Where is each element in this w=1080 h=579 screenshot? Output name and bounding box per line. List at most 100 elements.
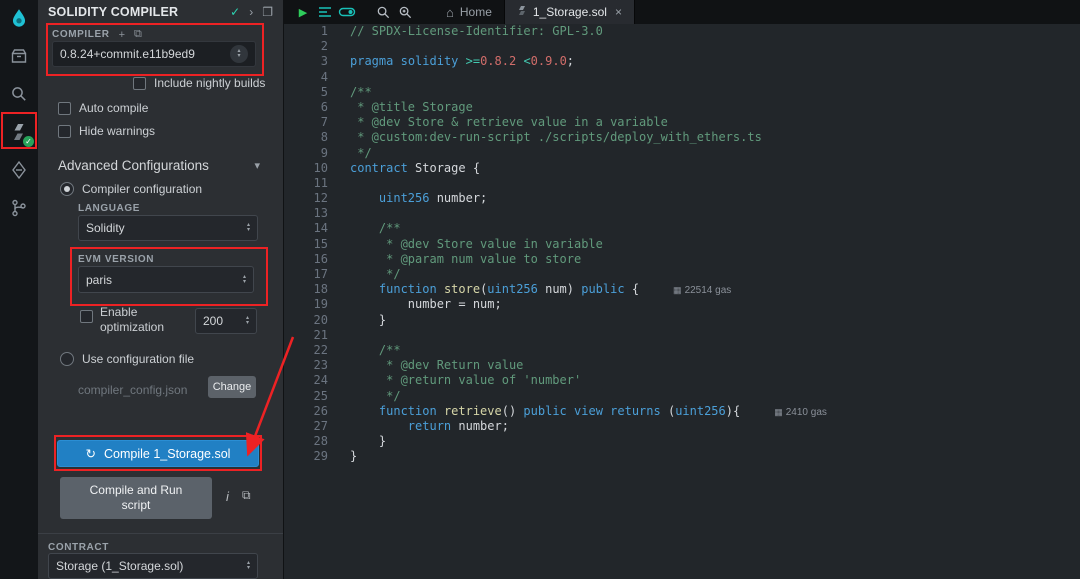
- gas-estimate-badge: ▦2410 gas: [774, 407, 827, 418]
- solidity-file-icon: [517, 6, 527, 18]
- info-icon[interactable]: i: [226, 489, 229, 504]
- auto-compile-checkbox[interactable]: [58, 102, 71, 115]
- advanced-configurations-title: Advanced Configurations: [58, 158, 209, 173]
- line-number: 13: [284, 206, 328, 221]
- code-line[interactable]: 28 }: [284, 434, 1080, 449]
- code-line[interactable]: 24 * @return value of 'number': [284, 373, 1080, 388]
- code-line[interactable]: 8 * @custom:dev-run-script ./scripts/dep…: [284, 130, 1080, 145]
- auto-compile-label[interactable]: Auto compile: [79, 101, 148, 115]
- stepper-carets-icon: ▴▾: [246, 316, 249, 326]
- code-editor[interactable]: 1 // SPDX-License-Identifier: GPL-3.023pr…: [284, 24, 1080, 579]
- evm-version-select[interactable]: paris ▴▾: [78, 266, 254, 293]
- line-number: 20: [284, 313, 328, 328]
- code-text: // SPDX-License-Identifier: GPL-3.0: [350, 24, 603, 39]
- code-line[interactable]: 7 * @dev Store & retrieve value in a var…: [284, 115, 1080, 130]
- add-compiler-icon[interactable]: +: [119, 29, 125, 41]
- code-line[interactable]: 5/**: [284, 85, 1080, 100]
- run-script-icon[interactable]: ▶: [292, 0, 314, 24]
- code-line[interactable]: 25 */: [284, 389, 1080, 404]
- optimization-runs-input[interactable]: 200 ▴▾: [195, 308, 257, 334]
- enable-optimization-label[interactable]: Enable optimization: [100, 305, 188, 335]
- code-line[interactable]: 20 }: [284, 313, 1080, 328]
- close-tab-icon[interactable]: ×: [615, 5, 622, 19]
- code-line[interactable]: 2: [284, 39, 1080, 54]
- code-text: return number;: [350, 419, 509, 434]
- line-number: 27: [284, 419, 328, 434]
- select-carets-icon: ▴▾: [247, 561, 250, 571]
- file-explorer-icon[interactable]: [7, 44, 31, 68]
- code-line[interactable]: 17 */: [284, 267, 1080, 282]
- chevron-right-icon[interactable]: ›: [249, 5, 253, 19]
- optimization-runs-value: 200: [203, 314, 223, 328]
- tab-storage-sol[interactable]: 1_Storage.sol ×: [505, 0, 635, 24]
- code-line[interactable]: 10contract Storage {: [284, 161, 1080, 176]
- code-line[interactable]: 29}: [284, 449, 1080, 464]
- code-line[interactable]: 15 * @dev Store value in variable: [284, 237, 1080, 252]
- zoom-in-icon[interactable]: [394, 0, 416, 24]
- language-select[interactable]: Solidity ▴▾: [78, 215, 258, 241]
- compiler-configuration-label[interactable]: Compiler configuration: [82, 182, 202, 196]
- code-line[interactable]: 1 // SPDX-License-Identifier: GPL-3.0: [284, 24, 1080, 39]
- use-configuration-file-label[interactable]: Use configuration file: [82, 352, 194, 366]
- code-line[interactable]: 18 function store(uint256 num) public {▦…: [284, 282, 1080, 297]
- chevron-down-icon: ▾: [254, 159, 260, 172]
- select-carets-icon: ▴▾: [243, 275, 246, 285]
- line-number: 3: [284, 54, 328, 69]
- hide-warnings-checkbox[interactable]: [58, 125, 71, 138]
- search-icon[interactable]: [7, 82, 31, 106]
- code-text: /**: [350, 221, 401, 236]
- script-runner-toggle-icon[interactable]: [336, 0, 358, 24]
- line-number: 28: [284, 434, 328, 449]
- code-line[interactable]: 16 * @param num value to store: [284, 252, 1080, 267]
- contract-select-value: Storage (1_Storage.sol): [56, 559, 183, 573]
- compiler-version-select[interactable]: 0.8.24+commit.e11b9ed9 ▴▾: [52, 41, 256, 67]
- code-line[interactable]: 12 uint256 number;: [284, 191, 1080, 206]
- code-line[interactable]: 11: [284, 176, 1080, 191]
- nightly-builds-label[interactable]: Include nightly builds: [154, 76, 265, 90]
- gas-icon: ▦: [673, 285, 682, 295]
- deploy-run-icon[interactable]: [7, 158, 31, 182]
- evm-version-label: EVM VERSION: [78, 254, 154, 265]
- panel-header: SOLIDITY COMPILER ✓ › ❐: [38, 0, 283, 24]
- enable-optimization-checkbox[interactable]: [80, 310, 93, 323]
- line-number: 1: [284, 24, 328, 39]
- code-line[interactable]: 3pragma solidity >=0.8.2 <0.9.0;: [284, 54, 1080, 69]
- script-config-icon[interactable]: [314, 0, 336, 24]
- code-line[interactable]: 27 return number;: [284, 419, 1080, 434]
- remix-logo[interactable]: [7, 6, 31, 30]
- config-file-name: compiler_config.json: [78, 383, 187, 397]
- code-line[interactable]: 26 function retrieve() public view retur…: [284, 404, 1080, 419]
- zoom-out-icon[interactable]: [372, 0, 394, 24]
- nightly-builds-checkbox[interactable]: [133, 77, 146, 90]
- remix-ide-window: ✓ SOLIDITY COMPILER ✓ › ❐ COMPILER + ⧉ 0…: [0, 0, 1080, 579]
- language-select-value: Solidity: [86, 221, 125, 235]
- code-line[interactable]: 14 /**: [284, 221, 1080, 236]
- code-line[interactable]: 22 /**: [284, 343, 1080, 358]
- tab-home-label: Home: [460, 5, 492, 19]
- change-config-button[interactable]: Change: [208, 376, 256, 398]
- use-configuration-file-radio[interactable]: [60, 352, 74, 366]
- compile-button[interactable]: ↻ Compile 1_Storage.sol: [57, 440, 259, 467]
- code-text: }: [350, 313, 386, 328]
- contract-select[interactable]: Storage (1_Storage.sol) ▴▾: [48, 553, 258, 579]
- compile-button-label: Compile 1_Storage.sol: [104, 447, 230, 461]
- hide-warnings-label[interactable]: Hide warnings: [79, 124, 155, 138]
- compile-and-run-button[interactable]: Compile and Run script: [60, 477, 212, 519]
- advanced-configurations-header[interactable]: Advanced Configurations ▾: [58, 158, 260, 173]
- line-number: 22: [284, 343, 328, 358]
- solidity-compiler-icon[interactable]: ✓: [7, 120, 31, 144]
- tab-home[interactable]: ⌂ Home: [434, 0, 505, 24]
- code-line[interactable]: 4: [284, 70, 1080, 85]
- git-plugin-icon[interactable]: [7, 196, 31, 220]
- code-line[interactable]: 9 */: [284, 146, 1080, 161]
- compiler-configuration-radio[interactable]: [60, 182, 74, 196]
- code-text: /**: [350, 343, 401, 358]
- code-line[interactable]: 6 * @title Storage: [284, 100, 1080, 115]
- code-line[interactable]: 13: [284, 206, 1080, 221]
- code-line[interactable]: 19 number = num;: [284, 297, 1080, 312]
- copy-compiler-icon[interactable]: ⧉: [134, 28, 142, 41]
- copy-icon[interactable]: ⧉: [242, 488, 251, 503]
- code-line[interactable]: 21: [284, 328, 1080, 343]
- maximize-panel-icon[interactable]: ❐: [262, 5, 273, 19]
- code-line[interactable]: 23 * @dev Return value: [284, 358, 1080, 373]
